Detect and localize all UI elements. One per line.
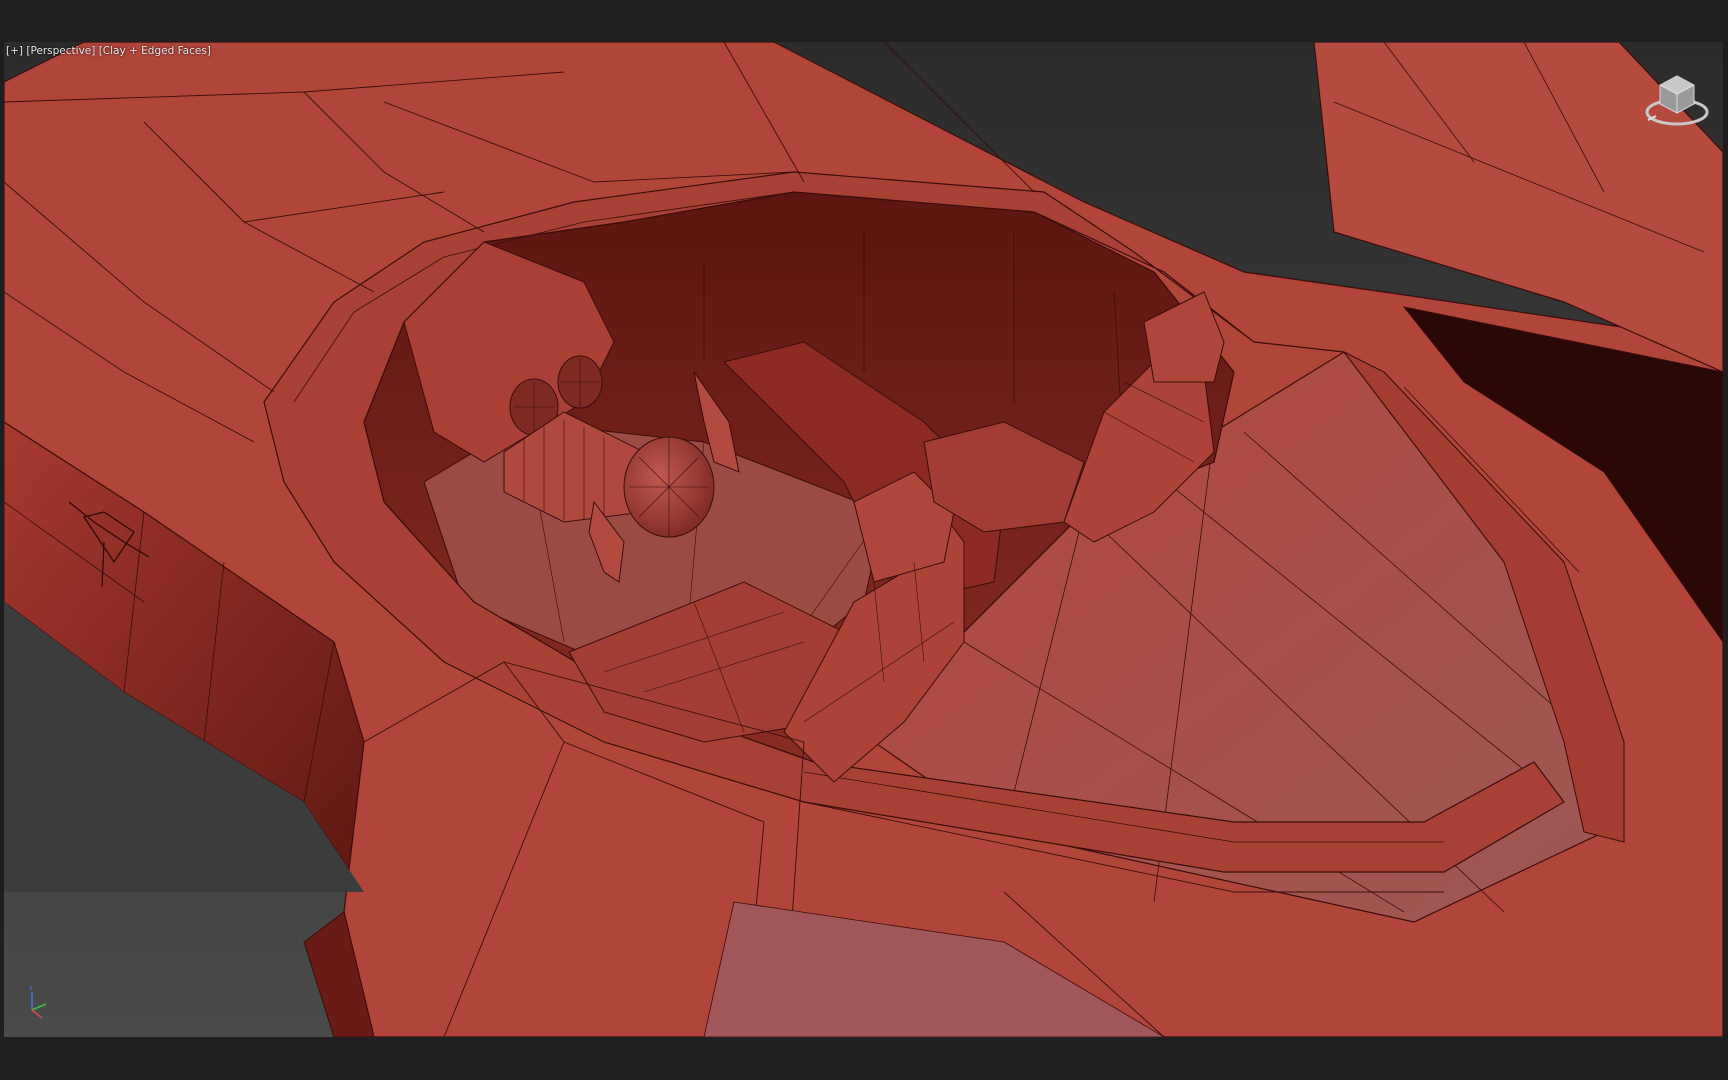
viewcube-icon[interactable] (1642, 66, 1712, 136)
bottom-frame (0, 1037, 1728, 1080)
view-mode-button[interactable]: [Perspective] (26, 45, 95, 57)
viewport-menu-button[interactable]: [+] (6, 45, 23, 57)
axis-tripod-icon: z (14, 982, 54, 1022)
top-frame (0, 0, 1728, 42)
app-window: [+] [Perspective] [Clay + Edged Faces] z (0, 0, 1728, 1080)
svg-text:z: z (29, 984, 33, 992)
shading-mode-button[interactable]: [Clay + Edged Faces] (99, 45, 211, 57)
viewport-label: [+] [Perspective] [Clay + Edged Faces] (6, 44, 211, 58)
car-model-render[interactable] (4, 42, 1723, 1037)
perspective-viewport[interactable]: [+] [Perspective] [Clay + Edged Faces] z (4, 42, 1723, 1037)
